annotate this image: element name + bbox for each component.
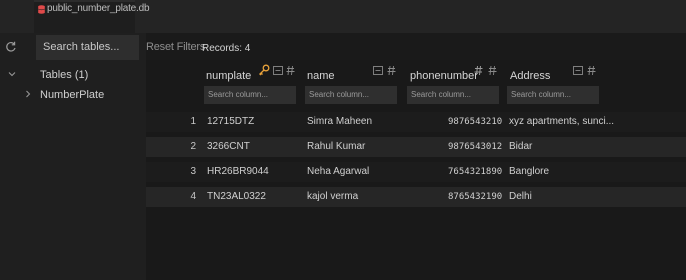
pin-icon[interactable] <box>487 65 498 76</box>
column-type-icon[interactable] <box>573 65 584 76</box>
cell-phonenumber[interactable]: 9876543012 <box>448 142 502 152</box>
file-name: public_number_plate.db <box>47 3 150 14</box>
column-search-input[interactable]: Search column... <box>407 86 499 104</box>
sidebar-item-numberplate[interactable]: NumberPlate <box>40 89 104 101</box>
tables-header[interactable]: Tables (1) <box>40 69 88 81</box>
column-header-address[interactable]: Address <box>510 70 550 82</box>
records-count: Records: 4 <box>202 43 251 54</box>
search-tables-input[interactable]: Search tables... <box>36 35 139 60</box>
column-search-input[interactable]: Search column... <box>507 86 599 104</box>
hash-icon <box>474 65 483 76</box>
cell-name[interactable]: Simra Maheen <box>307 116 372 127</box>
cell-phonenumber[interactable]: 8765432190 <box>448 192 502 202</box>
cell-address[interactable]: xyz apartments, sunci... <box>509 116 614 127</box>
row-number: 4 <box>190 191 196 202</box>
column-header-numplate[interactable]: numplate <box>206 70 251 82</box>
chevron-right-icon[interactable] <box>24 90 32 98</box>
cell-name[interactable]: Rahul Kumar <box>307 141 365 152</box>
cell-phonenumber[interactable]: 9876543210 <box>448 117 502 127</box>
cell-numplate[interactable]: 12715DTZ <box>207 116 254 127</box>
cell-name[interactable]: Neha Agarwal <box>307 166 369 177</box>
pin-icon[interactable] <box>285 65 296 76</box>
pin-icon[interactable] <box>386 65 397 76</box>
database-icon <box>38 5 45 14</box>
column-header-phonenumber[interactable]: phonenumber <box>410 70 478 82</box>
chevron-down-icon[interactable] <box>8 70 16 78</box>
row-number: 1 <box>190 116 196 127</box>
refresh-icon[interactable] <box>5 41 17 53</box>
cell-address[interactable]: Delhi <box>509 191 532 202</box>
row-number: 2 <box>190 141 196 152</box>
pin-icon[interactable] <box>586 65 597 76</box>
cell-phonenumber[interactable]: 7654321890 <box>448 167 502 177</box>
column-search-input[interactable]: Search column... <box>204 86 296 104</box>
cell-name[interactable]: kajol verma <box>307 191 358 202</box>
cell-address[interactable]: Banglore <box>509 166 549 177</box>
column-search-input[interactable]: Search column... <box>305 86 397 104</box>
key-icon <box>259 64 270 76</box>
column-type-icon[interactable] <box>373 65 384 76</box>
cell-numplate[interactable]: 3266CNT <box>207 141 250 152</box>
row-number: 3 <box>190 166 196 177</box>
column-header-name[interactable]: name <box>307 70 335 82</box>
cell-numplate[interactable]: HR26BR9044 <box>207 166 269 177</box>
reset-filters-button[interactable]: Reset Filters <box>146 41 205 53</box>
cell-numplate[interactable]: TN23AL0322 <box>207 191 266 202</box>
column-type-icon[interactable] <box>273 65 284 76</box>
cell-address[interactable]: Bidar <box>509 141 532 152</box>
